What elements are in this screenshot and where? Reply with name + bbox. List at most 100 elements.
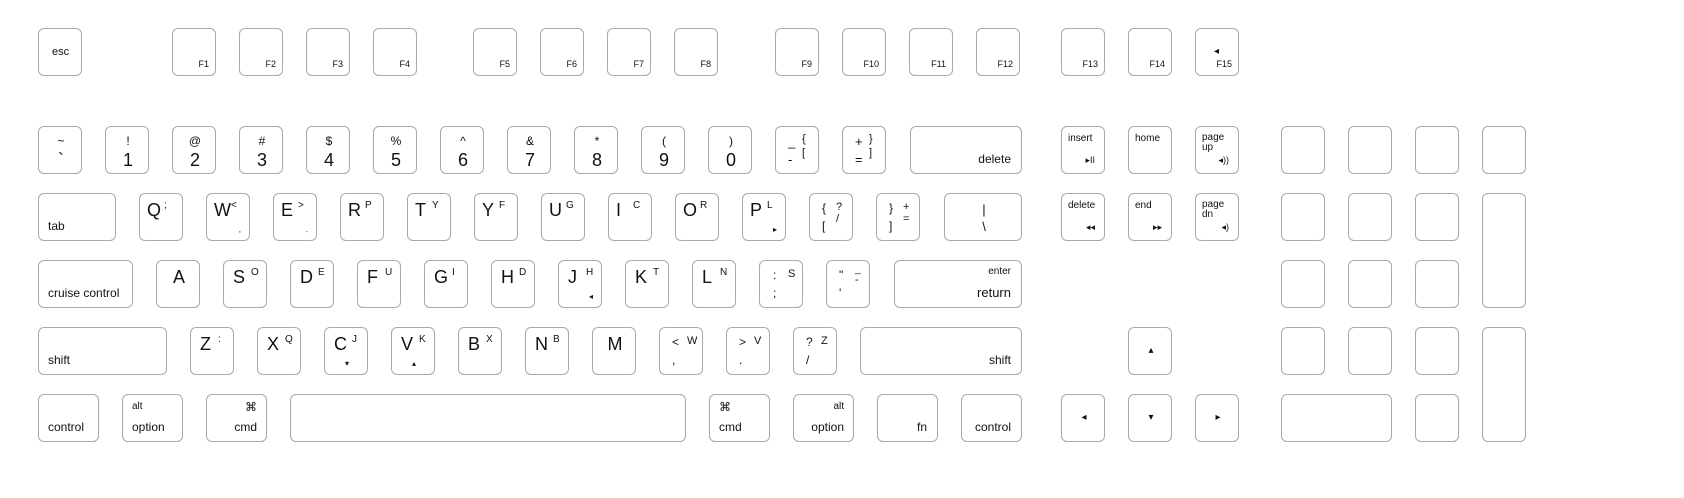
key-space[interactable] xyxy=(290,394,686,442)
key-q[interactable]: Q; xyxy=(139,193,183,241)
key-3[interactable]: #3 xyxy=(239,126,283,174)
key-equals[interactable]: + =}] xyxy=(842,126,886,174)
key-w[interactable]: W <, xyxy=(206,193,250,241)
numpad-key[interactable] xyxy=(1348,260,1392,308)
key-t[interactable]: TY xyxy=(407,193,451,241)
key-down[interactable]: ▾ xyxy=(1128,394,1172,442)
key-delete[interactable]: delete xyxy=(910,126,1022,174)
key-f13[interactable]: F13 xyxy=(1061,28,1105,76)
numpad-key[interactable] xyxy=(1415,260,1459,308)
key-lcontrol[interactable]: control xyxy=(38,394,99,442)
key-x[interactable]: XQ xyxy=(257,327,301,375)
numpad-key[interactable] xyxy=(1281,260,1325,308)
key-roption[interactable]: alt option xyxy=(793,394,854,442)
key-f11[interactable]: F11 xyxy=(909,28,953,76)
key-esc[interactable]: esc xyxy=(38,28,82,76)
key-r[interactable]: RP xyxy=(340,193,384,241)
key-rcmd[interactable]: ⌘ cmd xyxy=(709,394,770,442)
key-y[interactable]: YF xyxy=(474,193,518,241)
key-slash[interactable]: ? / Z xyxy=(793,327,837,375)
key-f6[interactable]: F6 xyxy=(540,28,584,76)
key-lshift[interactable]: shift xyxy=(38,327,167,375)
key-k[interactable]: KT xyxy=(625,260,669,308)
key-semicolon[interactable]: :; S xyxy=(759,260,803,308)
key-u[interactable]: UG xyxy=(541,193,585,241)
numpad-key[interactable] xyxy=(1281,327,1325,375)
key-5[interactable]: % 5 xyxy=(373,126,417,174)
key-loption[interactable]: alt option xyxy=(122,394,183,442)
key-up[interactable]: ▴ xyxy=(1128,327,1172,375)
numpad-key[interactable] xyxy=(1482,126,1526,174)
key-f9[interactable]: F9 xyxy=(775,28,819,76)
key-f4[interactable]: F4 xyxy=(373,28,417,76)
key-comma[interactable]: <, W xyxy=(659,327,703,375)
key-1[interactable]: ! 1 xyxy=(105,126,149,174)
key-h[interactable]: HD xyxy=(491,260,535,308)
key-0[interactable]: ) 0 xyxy=(708,126,752,174)
numpad-key[interactable] xyxy=(1415,394,1459,442)
key-6[interactable]: ^ 6 xyxy=(440,126,484,174)
key-f10[interactable]: F10 xyxy=(842,28,886,76)
key-f[interactable]: FU xyxy=(357,260,401,308)
key-4[interactable]: $4 xyxy=(306,126,350,174)
key-pageup[interactable]: page up ◂)) xyxy=(1195,126,1239,174)
key-2[interactable]: @2 xyxy=(172,126,216,174)
key-return[interactable]: enter return xyxy=(894,260,1022,308)
numpad-key[interactable] xyxy=(1281,193,1325,241)
key-rshift[interactable]: shift xyxy=(860,327,1022,375)
numpad-key[interactable] xyxy=(1348,327,1392,375)
key-pagedn[interactable]: page dn ◂) xyxy=(1195,193,1239,241)
key-rcontrol[interactable]: control xyxy=(961,394,1022,442)
numpad-key[interactable] xyxy=(1415,193,1459,241)
key-home[interactable]: home xyxy=(1128,126,1172,174)
key-f7[interactable]: F7 xyxy=(607,28,651,76)
key-9[interactable]: (9 xyxy=(641,126,685,174)
key-b[interactable]: BX xyxy=(458,327,502,375)
key-d[interactable]: DE xyxy=(290,260,334,308)
key-backslash[interactable]: | \ xyxy=(944,193,1022,241)
key-end[interactable]: end ▸▸ xyxy=(1128,193,1172,241)
key-lbracket[interactable]: {[? / xyxy=(809,193,853,241)
key-i[interactable]: IC xyxy=(608,193,652,241)
numpad-key[interactable] xyxy=(1415,126,1459,174)
key-f2[interactable]: F2 xyxy=(239,28,283,76)
key-g[interactable]: GI xyxy=(424,260,468,308)
key-f12[interactable]: F12 xyxy=(976,28,1020,76)
key-e[interactable]: E >. xyxy=(273,193,317,241)
numpad-key[interactable] xyxy=(1281,126,1325,174)
key-o[interactable]: OR xyxy=(675,193,719,241)
numpad-key[interactable] xyxy=(1482,327,1526,442)
key-tilde[interactable]: ~ ` xyxy=(38,126,82,174)
key-n[interactable]: NB xyxy=(525,327,569,375)
key-insert[interactable]: insert ▸II xyxy=(1061,126,1105,174)
key-c[interactable]: C J ▾ xyxy=(324,327,368,375)
key-left[interactable]: ◂ xyxy=(1061,394,1105,442)
key-f14[interactable]: F14 xyxy=(1128,28,1172,76)
key-right[interactable]: ▸ xyxy=(1195,394,1239,442)
numpad-key[interactable] xyxy=(1348,126,1392,174)
numpad-key[interactable] xyxy=(1415,327,1459,375)
numpad-key[interactable] xyxy=(1482,193,1526,308)
key-f15[interactable]: ◂ F15 xyxy=(1195,28,1239,76)
key-j[interactable]: J H ◂ xyxy=(558,260,602,308)
key-rbracket[interactable]: }] + = xyxy=(876,193,920,241)
key-v[interactable]: V K ▴ xyxy=(391,327,435,375)
key-8[interactable]: * 8 xyxy=(574,126,618,174)
key-f3[interactable]: F3 xyxy=(306,28,350,76)
key-fwd-delete[interactable]: delete ◂◂ xyxy=(1061,193,1105,241)
numpad-key[interactable] xyxy=(1281,394,1392,442)
key-f5[interactable]: F5 xyxy=(473,28,517,76)
key-s[interactable]: SO xyxy=(223,260,267,308)
key-l[interactable]: LN xyxy=(692,260,736,308)
key-cruise[interactable]: cruise control xyxy=(38,260,133,308)
key-period[interactable]: >. V xyxy=(726,327,770,375)
key-m[interactable]: M xyxy=(592,327,636,375)
key-minus[interactable]: _ -{[ xyxy=(775,126,819,174)
key-7[interactable]: & 7 xyxy=(507,126,551,174)
key-tab[interactable]: tab xyxy=(38,193,116,241)
key-f1[interactable]: F1 xyxy=(172,28,216,76)
key-fn[interactable]: fn xyxy=(877,394,938,442)
key-f8[interactable]: F8 xyxy=(674,28,718,76)
key-p[interactable]: P L ▸ xyxy=(742,193,786,241)
key-quote[interactable]: " ' _ - xyxy=(826,260,870,308)
